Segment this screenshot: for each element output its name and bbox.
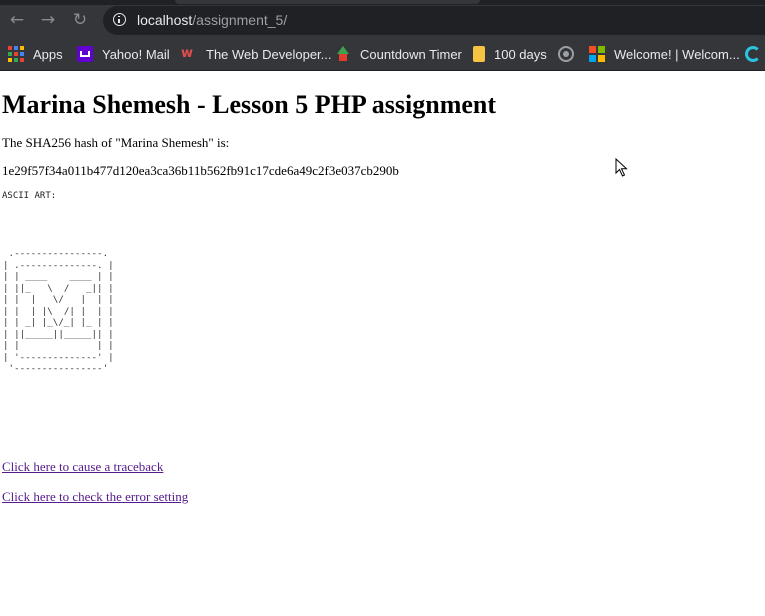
page-title: Marina Shemesh - Lesson 5 PHP assignment — [2, 90, 497, 119]
countdown-timer-icon — [335, 46, 351, 62]
info-icon[interactable] — [113, 13, 126, 26]
bookmark-c[interactable] — [745, 38, 765, 70]
active-tab-edge[interactable] — [175, 0, 480, 4]
bookmark-label: Countdown Timer — [360, 46, 462, 62]
reload-icon[interactable]: ↻ — [69, 9, 91, 31]
url-text[interactable]: localhost/assignment_5/ — [137, 12, 287, 29]
bookmark-label: The Web Developer... — [206, 46, 332, 62]
hash-intro: The SHA256 hash of "Marina Shemesh" is: — [2, 135, 230, 150]
address-bar[interactable]: localhost/assignment_5/ — [103, 6, 765, 35]
bookmark-yahoo-mail[interactable]: Yahoo! Mail — [77, 38, 170, 70]
back-arrow-icon[interactable]: ← — [6, 9, 28, 31]
traceback-link[interactable]: Click here to cause a traceback — [2, 459, 163, 475]
bookmark-label: Welcome! | Welcom... — [614, 46, 740, 62]
folder-icon — [473, 46, 485, 62]
globe-icon — [558, 46, 574, 62]
bookmark-label: Yahoo! Mail — [102, 46, 170, 62]
bookmark-label: Apps — [33, 46, 63, 62]
web-developer-icon: w — [181, 46, 194, 61]
ascii-art-label: ASCII ART: — [2, 191, 57, 201]
bookmark-globe[interactable] — [558, 38, 583, 70]
bookmark-welcome[interactable]: Welcome! | Welcom... — [589, 38, 740, 70]
yahoo-mail-icon — [77, 46, 93, 62]
bookmark-100-days[interactable]: 100 days — [471, 38, 547, 70]
forward-arrow-icon[interactable]: → — [37, 9, 59, 31]
microsoft-icon — [589, 46, 605, 62]
page-content: Marina Shemesh - Lesson 5 PHP assignment… — [0, 72, 765, 616]
mouse-cursor-icon — [615, 158, 628, 177]
browser-toolbar: ← → ↻ localhost/assignment_5/ — [0, 0, 765, 38]
bookmark-apps[interactable]: Apps — [8, 38, 63, 70]
tab-strip — [0, 0, 765, 5]
bookmark-web-developer[interactable]: w The Web Developer... — [181, 38, 332, 70]
error-setting-link[interactable]: Click here to check the error setting — [2, 489, 188, 505]
bookmark-label: 100 days — [494, 46, 547, 62]
hash-value: 1e29f57f34a011b477d120ea3ca36b11b562fb91… — [2, 163, 399, 178]
ascii-art: .----------------. | .--------------. | … — [3, 248, 114, 374]
url-path: /assignment_5/ — [192, 12, 288, 28]
apps-grid-icon — [8, 46, 24, 62]
url-host: localhost — [137, 12, 193, 28]
c-icon — [745, 46, 761, 62]
bookmarks-bar: Apps Yahoo! Mail w The Web Developer... … — [0, 38, 765, 71]
bookmark-countdown-timer[interactable]: Countdown Timer — [335, 38, 462, 70]
